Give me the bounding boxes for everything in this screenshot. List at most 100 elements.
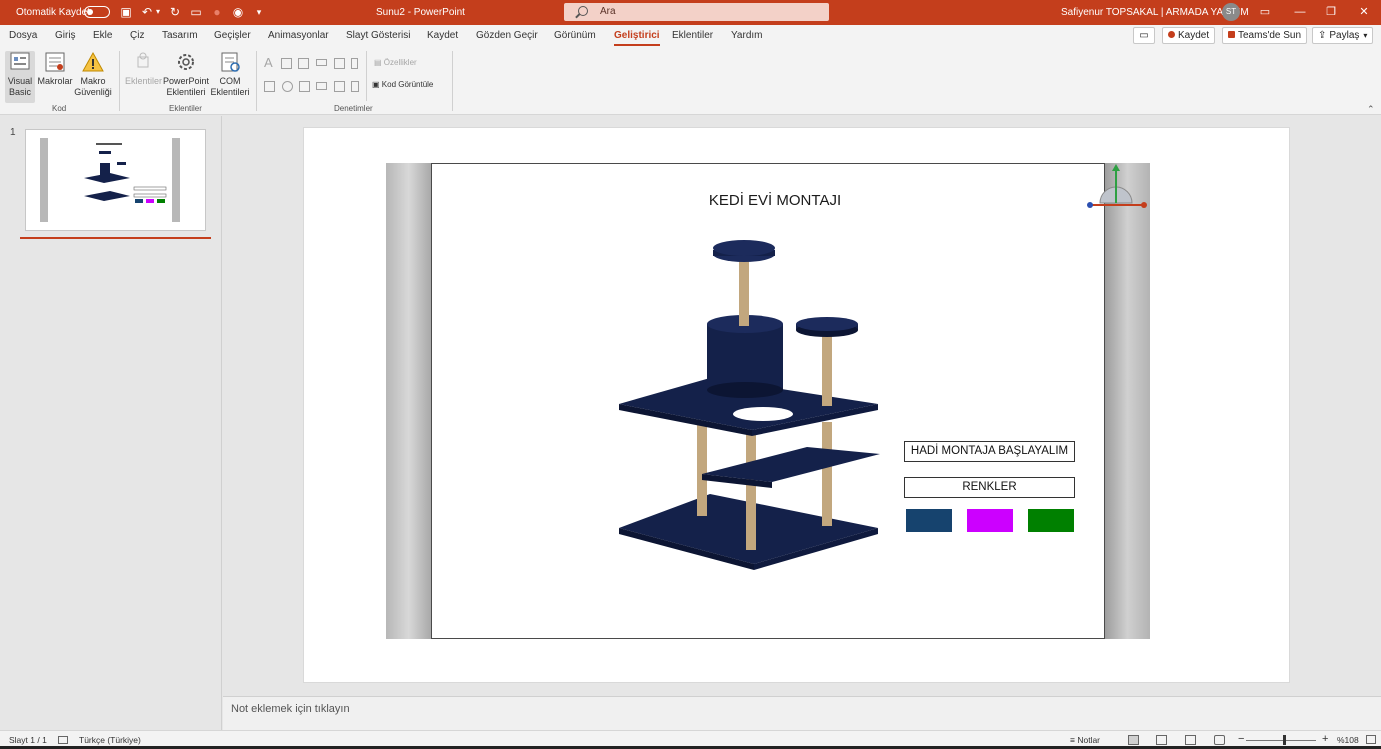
- tab-yardim[interactable]: Yardım: [731, 30, 763, 41]
- gear-icon: [175, 51, 197, 73]
- tab-animasyonlar[interactable]: Animasyonlar: [268, 30, 329, 41]
- zoom-slider-handle[interactable]: [1283, 735, 1286, 745]
- textbox-control-icon: [281, 58, 292, 69]
- reading-view-icon[interactable]: [1185, 735, 1196, 745]
- view-code-label: Kod Görüntüle: [381, 80, 434, 89]
- zoom-level[interactable]: %108: [1337, 735, 1359, 745]
- minimize-icon[interactable]: —: [1292, 4, 1308, 20]
- present-icon[interactable]: ▭: [189, 5, 203, 19]
- notes-toggle-label: Notlar: [1077, 735, 1101, 745]
- toggle-control-icon: [334, 81, 345, 92]
- record-button[interactable]: Kaydet: [1162, 27, 1216, 44]
- view-code-icon: ▣: [372, 80, 382, 89]
- autosave-label: Otomatik Kaydet: [16, 7, 90, 18]
- start-assembly-button[interactable]: HADİ MONTAJA BAŞLAYALIM: [904, 441, 1075, 462]
- chevron-down-icon: ▾: [1363, 31, 1368, 40]
- slideshow-icon[interactable]: [1214, 735, 1225, 745]
- visual-basic-button[interactable]: Visual Basic: [5, 51, 35, 103]
- scene-right-wall: [1105, 163, 1150, 639]
- tab-tasarim[interactable]: Tasarım: [162, 30, 198, 41]
- user-name[interactable]: Safiyenur TOPSAKAL | ARMADA YAZILIM: [1061, 7, 1249, 18]
- tab-giris[interactable]: Giriş: [55, 30, 76, 41]
- tab-ciz[interactable]: Çiz: [130, 30, 144, 41]
- fit-to-window-icon[interactable]: [1366, 735, 1376, 744]
- group-label-denetimler: Denetimler: [334, 104, 373, 113]
- tab-dosya[interactable]: Dosya: [9, 30, 37, 41]
- scene-frame: KEDİ EVİ MONTAJI HADİ MONTAJA BAŞLAYALIM…: [431, 163, 1105, 639]
- properties-icon: ▤: [374, 58, 384, 67]
- comment-icon: ▭: [1139, 30, 1149, 41]
- tab-gelistirici[interactable]: Geliştirici: [614, 30, 660, 46]
- zoom-slider[interactable]: [1246, 740, 1316, 741]
- zoom-in-icon[interactable]: +: [1322, 733, 1328, 745]
- undo-dropdown-icon[interactable]: ▾: [154, 5, 162, 19]
- visual-basic-icon: [9, 51, 31, 73]
- view-code-button[interactable]: ▣ Kod Görüntüle: [372, 80, 433, 89]
- customize-qat-icon[interactable]: ▾: [252, 5, 266, 19]
- present-in-teams-button[interactable]: Teams'de Sun: [1222, 27, 1308, 44]
- properties-button: ▤ Özellikler: [374, 58, 417, 67]
- notes-pane[interactable]: Not eklemek için tıklayın: [223, 696, 1381, 730]
- circle-icon[interactable]: ◉: [231, 5, 245, 19]
- group-label-eklentiler: Eklentiler: [169, 104, 202, 113]
- restore-icon[interactable]: ❐: [1323, 4, 1339, 20]
- color-swatch-green[interactable]: [1028, 509, 1074, 532]
- collapse-ribbon-icon[interactable]: ⌃: [1367, 104, 1375, 115]
- tab-kaydet[interactable]: Kaydet: [427, 30, 458, 41]
- record-label: Kaydet: [1178, 30, 1210, 41]
- teams-icon: [1228, 31, 1235, 38]
- 3d-scene[interactable]: KEDİ EVİ MONTAJI HADİ MONTAJA BAŞLAYALIM…: [386, 163, 1150, 639]
- tab-gorunum[interactable]: Görünüm: [554, 30, 596, 41]
- tab-gecisler[interactable]: Geçişler: [214, 30, 251, 41]
- share-button[interactable]: ⇪ Paylaş ▾: [1312, 27, 1374, 44]
- redo-icon[interactable]: ↻: [168, 5, 182, 19]
- tab-ekle[interactable]: Ekle: [93, 30, 112, 41]
- zoom-out-icon[interactable]: −: [1238, 733, 1244, 745]
- macros-label: Makrolar: [37, 76, 73, 86]
- properties-label: Özellikler: [383, 58, 417, 67]
- slide-sorter-icon[interactable]: [1156, 735, 1167, 745]
- search-input[interactable]: Ara: [564, 3, 829, 21]
- tab-slayt-gosterisi[interactable]: Slayt Gösterisi: [346, 30, 410, 41]
- com-addins-button[interactable]: COM Eklentileri: [210, 51, 250, 98]
- macros-icon: [44, 51, 66, 73]
- color-swatch-purple[interactable]: [967, 509, 1013, 532]
- title-bar: Otomatik Kaydet ▣ ↶ ▾ ↻ ▭ ● ◉ ▾ Sunu2 - …: [0, 0, 1381, 25]
- control-divider: [366, 51, 367, 101]
- tab-eklentiler[interactable]: Eklentiler: [672, 30, 713, 41]
- accessibility-icon[interactable]: [58, 736, 68, 744]
- powerpoint-addins-label: PowerPoint Eklentileri: [162, 76, 210, 97]
- slide-canvas: KEDİ EVİ MONTAJI HADİ MONTAJA BAŞLAYALIM…: [223, 116, 1381, 696]
- share-label: Paylaş: [1329, 30, 1360, 41]
- normal-view-icon[interactable]: [1128, 735, 1139, 745]
- macros-button[interactable]: Makrolar: [37, 51, 73, 87]
- avatar[interactable]: ST: [1222, 3, 1240, 21]
- save-icon[interactable]: ▣: [119, 5, 133, 19]
- language-indicator[interactable]: Türkçe (Türkiye): [79, 735, 141, 745]
- slide-thumbnail-pane: 1: [0, 116, 222, 730]
- scene-left-wall: [386, 163, 431, 639]
- com-addins-label: COM Eklentileri: [210, 76, 250, 97]
- powerpoint-addins-button[interactable]: PowerPoint Eklentileri: [162, 51, 210, 98]
- warning-icon: [82, 51, 104, 73]
- record-icon[interactable]: ●: [210, 5, 224, 19]
- group-divider: [119, 51, 120, 111]
- macro-security-label: Makro Güvenliği: [74, 76, 112, 97]
- comments-button[interactable]: ▭: [1133, 27, 1155, 44]
- record-dot-icon: [1168, 31, 1175, 38]
- 3d-rotate-gizmo-icon[interactable]: [1086, 163, 1150, 213]
- notes-toggle[interactable]: ≡ Notlar: [1070, 735, 1100, 745]
- tab-gozden-gecir[interactable]: Gözden Geçir: [476, 30, 538, 41]
- close-icon[interactable]: ✕: [1356, 4, 1372, 20]
- ribbon-body: Visual Basic Makrolar Makro Güvenliği Ko…: [0, 47, 1381, 115]
- ribbon-display-icon[interactable]: ▭: [1257, 4, 1273, 20]
- autosave-toggle[interactable]: [84, 6, 110, 18]
- cat-house-model[interactable]: [432, 164, 1106, 640]
- macro-security-button[interactable]: Makro Güvenliği: [73, 51, 113, 98]
- slide-thumbnail[interactable]: [25, 129, 206, 231]
- slide[interactable]: KEDİ EVİ MONTAJI HADİ MONTAJA BAŞLAYALIM…: [303, 127, 1290, 683]
- visual-basic-label: Visual Basic: [7, 76, 33, 97]
- addins-button: Eklentiler: [125, 51, 162, 87]
- undo-icon[interactable]: ↶: [140, 5, 154, 19]
- color-swatch-blue[interactable]: [906, 509, 952, 532]
